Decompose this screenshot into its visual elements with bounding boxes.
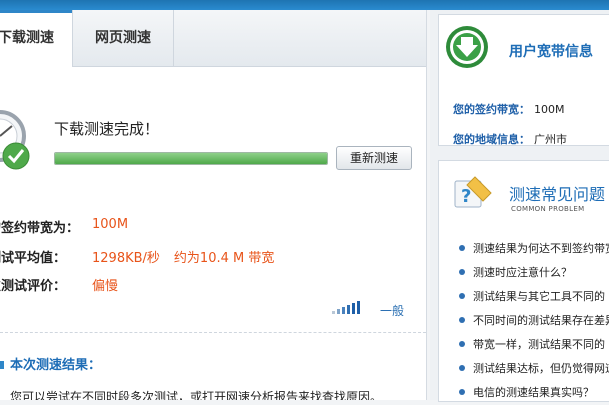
average-speed-label: 测试平均值： [0,251,67,266]
speedometer-check-icon [0,110,30,170]
faq-item-text: 带宽一样，测试结果不同的 [473,338,605,351]
plan-bandwidth-value: 100M [92,217,129,232]
progress-fill [55,153,327,164]
bullet-square-icon [0,361,4,369]
faq-item-text: 不同时间的测试结果存在差异 [473,314,609,327]
region-info: 您的地域信息： 广州市 [453,131,567,147]
plan-bandwidth-label: 的签约带宽为： [0,221,80,236]
faq-card: ? 测速常见问题 COMMON PROBLEM 测速结果为何达不到签约带宽 测速… [438,160,609,402]
tab-download-test[interactable]: 下载测速 [0,10,73,67]
region-info-key: 您的地域信息： [453,133,530,146]
plan-info-value: 100M [534,103,565,116]
download-arrow-icon [446,26,488,68]
plan-info-key: 您的签约带宽： [453,103,530,116]
faq-item[interactable]: 测试结果与其它工具不同的 [457,285,609,309]
progress-bar [54,152,328,165]
tab-web-test[interactable]: 网页测速 [73,10,174,66]
test-status-text: 下载测速完成！ [54,120,160,138]
bullet-icon [459,317,465,323]
rating-label: 次测试评价： [0,279,67,294]
rating-level-link[interactable]: 一般 [380,302,404,319]
average-speed-value: 1298KB/秒 [92,251,160,266]
plan-info: 您的签约带宽： 100M [453,101,565,117]
faq-item[interactable]: 不同时间的测试结果存在差异 [457,309,609,333]
bullet-icon [459,365,465,371]
faq-item-text: 测试结果与其它工具不同的 [473,290,605,303]
faq-subtitle: COMMON PROBLEM [511,205,585,213]
bullet-icon [459,293,465,299]
faq-item-text: 电信的测速结果真实吗？ [473,386,594,399]
tab-bar: 下载测速 网页测速 [0,10,426,67]
bullet-icon [459,389,465,395]
faq-list: 测速结果为何达不到签约带宽 测速时应注意什么？ 测试结果与其它工具不同的 不同时… [457,237,609,405]
faq-question-icon: ? [454,176,492,208]
retest-button[interactable]: 重新测速 [336,146,412,170]
broadband-info-card: 用户宽带信息 您的签约带宽： 100M 您的地域信息： 广州市 [438,14,609,146]
average-speed-equivalent: 约为10.4 M 带宽 [173,251,275,266]
faq-item-text: 测速时应注意什么？ [473,266,572,279]
svg-text:?: ? [461,186,471,207]
top-bar [0,0,609,10]
result-heading: 本次测速结果： [0,354,101,373]
right-sidebar: 用户宽带信息 您的签约带宽： 100M 您的地域信息： 广州市 ? 测速常见问题 C… [430,10,609,402]
speed-test-panel: 下载测速 网页测速 下载测速完成！ 重新测速 的签约带宽为： 100M 测试平均… [0,10,427,400]
bullet-icon [459,341,465,347]
bullet-icon [459,245,465,251]
section-divider [0,332,426,333]
tab-web-test-label: 网页测速 [95,30,151,46]
result-description: 您可以尝试在不同时段多次测试，或打开网速分析报告来找查找原因。 [10,390,383,400]
tab-download-test-label: 下载测速 [0,30,54,46]
faq-title: 测速常见问题 [509,185,606,204]
result-heading-text: 本次测速结果： [10,358,102,373]
faq-item[interactable]: 测速时应注意什么？ [457,261,609,285]
broadband-info-title: 用户宽带信息 [509,44,593,60]
region-info-value: 广州市 [534,133,567,146]
faq-item[interactable]: 测试结果达标，但仍觉得网速慢 [457,357,609,381]
rating-value: 偏慢 [92,279,119,294]
faq-item[interactable]: 带宽一样，测试结果不同的 [457,333,609,357]
faq-item-text: 测试结果达标，但仍觉得网速慢 [473,362,609,375]
faq-item[interactable]: 电信的测速结果真实吗？ [457,381,609,405]
signal-strength-icon [332,301,360,314]
average-speed-value-wrap: 1298KB/秒 约为10.4 M 带宽 [92,247,274,266]
bullet-icon [459,269,465,275]
faq-item[interactable]: 测速结果为何达不到签约带宽 [457,237,609,261]
faq-item-text: 测速结果为何达不到签约带宽 [473,242,609,255]
